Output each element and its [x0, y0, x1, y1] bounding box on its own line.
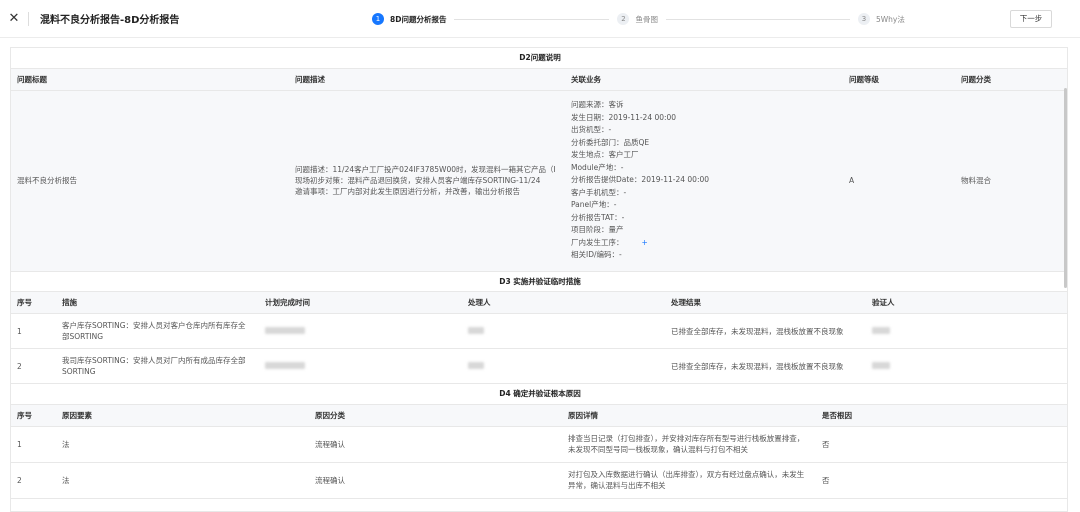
- is-root-cause-cell: 否: [816, 462, 1067, 499]
- step-3-label: 5Why法: [875, 14, 905, 24]
- step-2[interactable]: 2 鱼骨图: [617, 13, 658, 25]
- report-content: D2问题说明 问题标题 问题描述 关联业务 问题等级 问题分类 混料不良分析报告…: [10, 47, 1068, 512]
- plus-icon[interactable]: +: [642, 238, 648, 247]
- step-connector: [665, 18, 850, 20]
- cause-category-cell: 流程确认: [309, 462, 562, 499]
- verifier-cell: [866, 313, 1067, 349]
- table-row: 1 法 流程确认 排查当日记录（打包排查），并安排对库存所有型号进行栈板放置排查…: [11, 426, 1067, 463]
- is-root-cause-cell: 否: [816, 426, 1067, 463]
- problem-description-cell: 问题描述：11/24客户工厂投产024IF3785W00时，发现混料一箱其它产品…: [289, 90, 565, 272]
- d2-section-title: D2问题说明: [11, 48, 1067, 69]
- problem-title-cell: 混料不良分析报告: [11, 90, 289, 272]
- result-cell: 已排查全部库存，未发现混料，混栈板放置不良现象: [665, 313, 866, 349]
- step-indicator: 1 8D问题分析报告 2 鱼骨图 3 5Why法: [372, 0, 905, 38]
- top-header: ✕ 混料不良分析报告-8D分析报告 1 8D问题分析报告 2 鱼骨图 3 5Wh…: [0, 0, 1080, 38]
- step-3[interactable]: 3 5Why法: [857, 13, 905, 25]
- cause-category-cell: 流程确认: [309, 426, 562, 463]
- planned-time-cell: [259, 348, 462, 384]
- column-header: 问题标题: [11, 68, 289, 91]
- problem-category-cell: 物料混合: [955, 90, 1067, 272]
- column-header: 问题分类: [955, 68, 1067, 91]
- measure-cell: 客户库存SORTING：安排人员对客户仓库内所有库存全部SORTING: [56, 313, 259, 349]
- cause-factor-cell: 法: [56, 462, 309, 499]
- redacted-value: [872, 361, 890, 369]
- scrollbar[interactable]: [1064, 88, 1067, 288]
- close-icon[interactable]: ✕: [8, 11, 20, 26]
- step-1-number: 1: [372, 13, 384, 25]
- table-row: 2 法 流程确认 对打包及入库数据进行确认（出库排查），双方有经过盘点确认，未发…: [11, 462, 1067, 499]
- column-header: 关联业务: [565, 68, 843, 91]
- column-header: 是否根因: [816, 404, 1067, 427]
- redacted-value: [468, 361, 484, 369]
- step-1-label: 8D问题分析报告: [390, 14, 447, 24]
- measure-cell: 我司库存SORTING：安排人员对厂内所有成品库存全部SORTING: [56, 348, 259, 384]
- column-header: 措施: [56, 291, 259, 314]
- column-header: 原因详情: [562, 404, 816, 427]
- problem-level-cell: A: [843, 90, 955, 272]
- table-row: 混料不良分析报告 问题描述：11/24客户工厂投产024IF3785W00时，发…: [11, 90, 1067, 272]
- handler-cell: [462, 313, 665, 349]
- table-row: 2 我司库存SORTING：安排人员对厂内所有成品库存全部SORTING 已排查…: [11, 348, 1067, 384]
- step-3-number: 3: [857, 13, 870, 25]
- step-1[interactable]: 1 8D问题分析报告: [372, 13, 446, 25]
- redacted-value: [265, 361, 305, 369]
- handler-cell: [462, 348, 665, 384]
- cause-detail-cell: 排查当日记录（打包排查），并安排对库存所有型号进行栈板放置排查，未发现不同型号同…: [562, 426, 816, 463]
- planned-time-cell: [259, 313, 462, 349]
- redacted-value: [468, 326, 484, 334]
- d3-table: D3 实施并验证临时措施 序号 措施 计划完成时间 处理人 处理结果 验证人 1…: [11, 271, 1067, 384]
- report-page: ✕ 混料不良分析报告-8D分析报告 1 8D问题分析报告 2 鱼骨图 3 5Wh…: [0, 0, 1080, 512]
- redacted-value: [872, 326, 890, 334]
- column-header: 原因分类: [309, 404, 562, 427]
- step-connector: [454, 18, 610, 20]
- column-header: 处理人: [462, 291, 665, 314]
- d4-section-title: D4 确定并验证根本原因: [11, 384, 1067, 405]
- column-header: 问题等级: [843, 68, 955, 91]
- step-2-label: 鱼骨图: [635, 14, 658, 24]
- d4-table: D4 确定并验证根本原因 序号 原因要素 原因分类 原因详情 是否根因 1 法 …: [11, 384, 1067, 499]
- cause-detail-cell: 对打包及入库数据进行确认（出库排查），双方有经过盘点确认，未发生异常，确认混料与…: [562, 462, 816, 499]
- redacted-value: [265, 326, 305, 334]
- d2-table: D2问题说明 问题标题 问题描述 关联业务 问题等级 问题分类 混料不良分析报告…: [11, 48, 1067, 272]
- next-step-button[interactable]: 下一步: [1010, 10, 1052, 28]
- column-header: 序号: [11, 404, 56, 427]
- column-header: 验证人: [866, 291, 1067, 314]
- d3-section-title: D3 实施并验证临时措施: [11, 271, 1067, 292]
- header-divider: [28, 11, 29, 26]
- column-header: 序号: [11, 291, 56, 314]
- verifier-cell: [866, 348, 1067, 384]
- table-row: 1 客户库存SORTING：安排人员对客户仓库内所有库存全部SORTING 已排…: [11, 313, 1067, 349]
- result-cell: 已排查全部库存，未发现混料，混栈板放置不良现象: [665, 348, 866, 384]
- column-header: 计划完成时间: [259, 291, 462, 314]
- cause-factor-cell: 法: [56, 426, 309, 463]
- page-title: 混料不良分析报告-8D分析报告: [40, 15, 180, 26]
- step-2-number: 2: [617, 13, 630, 25]
- related-business-cell: 问题来源：客诉 发生日期：2019-11-24 00:00 出货机型：- 分析委…: [565, 90, 843, 272]
- column-header: 问题描述: [289, 68, 565, 91]
- column-header: 处理结果: [665, 291, 866, 314]
- column-header: 原因要素: [56, 404, 309, 427]
